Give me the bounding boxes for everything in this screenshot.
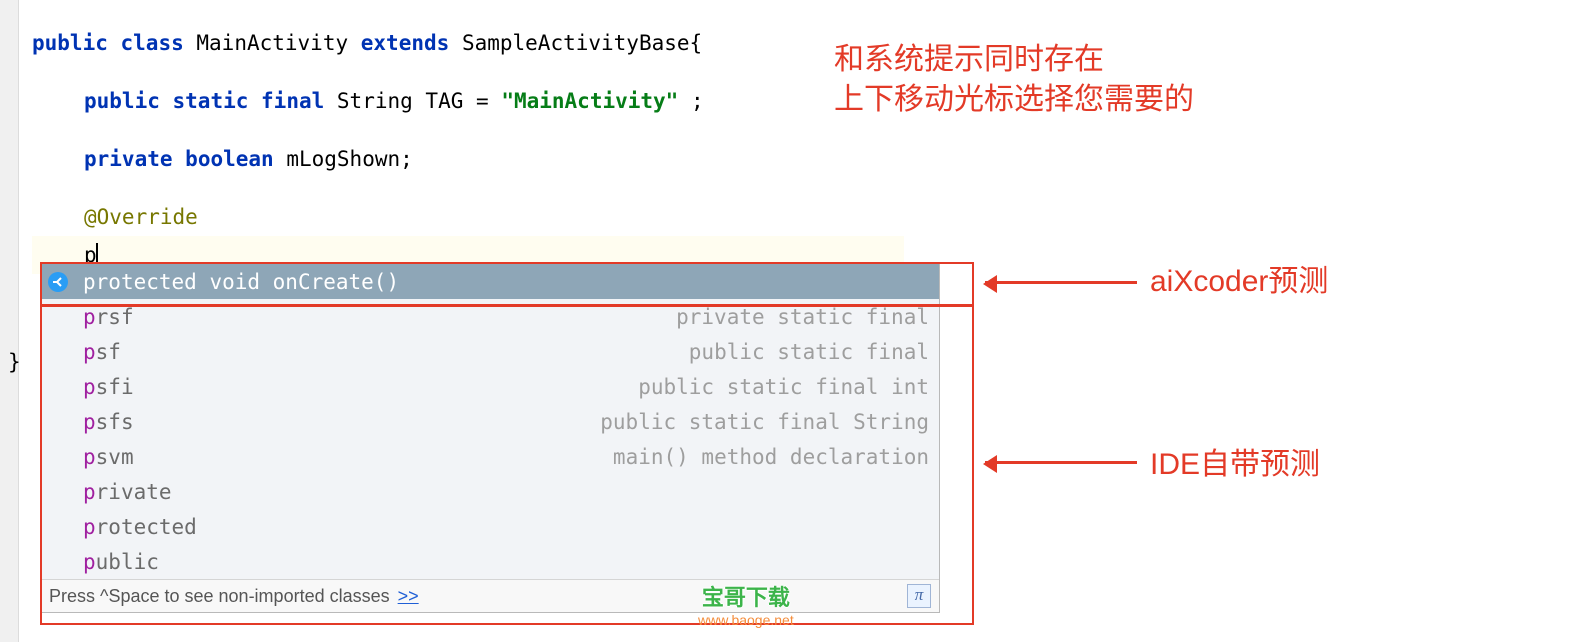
annotation-ai-label: aiXcoder预测: [1150, 262, 1328, 302]
class-name: MainActivity: [196, 31, 348, 55]
eq: =: [476, 89, 501, 113]
keyword: extends: [361, 31, 450, 55]
completion-desc: public static final: [689, 340, 929, 364]
code-line: public class MainActivity extends Sample…: [32, 24, 852, 62]
close-brace: }: [8, 350, 21, 374]
completion-text: prsf: [83, 305, 134, 329]
completion-item[interactable]: psfi public static final int: [41, 369, 939, 404]
completion-item[interactable]: psfs public static final String: [41, 404, 939, 439]
footer-more-link[interactable]: >>: [398, 586, 419, 607]
completion-item[interactable]: prsf private static final: [41, 299, 939, 334]
string-literal: "MainActivity": [501, 89, 678, 113]
keyword: public: [84, 89, 160, 113]
completion-item[interactable]: private: [41, 474, 939, 509]
footer-hint: Press ^Space to see non-imported classes: [49, 586, 390, 607]
keyword: public: [32, 31, 108, 55]
completion-popup[interactable]: protected void onCreate() prsf private st…: [40, 263, 940, 613]
completion-item[interactable]: public: [41, 544, 939, 579]
completion-text: protected void onCreate(): [83, 270, 399, 294]
keyword: boolean: [185, 147, 274, 171]
completion-text: psfi: [83, 375, 134, 399]
completion-text: public: [83, 550, 159, 574]
code-editor[interactable]: public class MainActivity extends Sample…: [32, 24, 852, 274]
completion-item[interactable]: psvm main() method declaration: [41, 439, 939, 474]
completion-desc: private static final: [676, 305, 929, 329]
annotation-ide-label: IDE自带预测: [1150, 445, 1320, 485]
completion-desc: main() method declaration: [613, 445, 929, 469]
completion-text: private: [83, 480, 172, 504]
arrow-icon: [985, 461, 1137, 464]
watermark-title: 宝哥下载: [698, 580, 794, 612]
var: mLogShown;: [286, 147, 412, 171]
annotation-text-top: 和系统提示同时存在 上下移动光标选择您需要的: [834, 40, 1354, 120]
completion-text: psvm: [83, 445, 134, 469]
code-line: @Override: [32, 198, 852, 236]
watermark-url: www.baoge.net: [698, 612, 794, 628]
keyword: class: [121, 31, 184, 55]
code-line: public static final String TAG = "MainAc…: [32, 82, 852, 120]
keyword: private: [84, 147, 173, 171]
watermark: 宝哥下载 www.baoge.net: [698, 580, 794, 628]
pi-icon[interactable]: π: [907, 584, 931, 608]
completion-item[interactable]: protected: [41, 509, 939, 544]
arrow-icon: [985, 281, 1137, 284]
var: TAG: [425, 89, 463, 113]
keyword: static: [173, 89, 249, 113]
completion-footer: Press ^Space to see non-imported classes…: [41, 579, 939, 612]
completion-text: psfs: [83, 410, 134, 434]
type: String: [337, 89, 413, 113]
base-class: SampleActivityBase{: [462, 31, 702, 55]
completion-text: psf: [83, 340, 121, 364]
completion-item[interactable]: psf public static final: [41, 334, 939, 369]
editor-gutter: [0, 0, 19, 642]
completion-desc: public static final int: [638, 375, 929, 399]
code-line: private boolean mLogShown;: [32, 140, 852, 178]
completion-item-ai[interactable]: protected void onCreate(): [41, 264, 939, 299]
annotation: @Override: [84, 205, 198, 229]
completion-text: protected: [83, 515, 197, 539]
semi: ;: [691, 89, 704, 113]
completion-desc: public static final String: [600, 410, 929, 434]
ai-suggestion-icon: [47, 271, 69, 293]
keyword: final: [261, 89, 324, 113]
